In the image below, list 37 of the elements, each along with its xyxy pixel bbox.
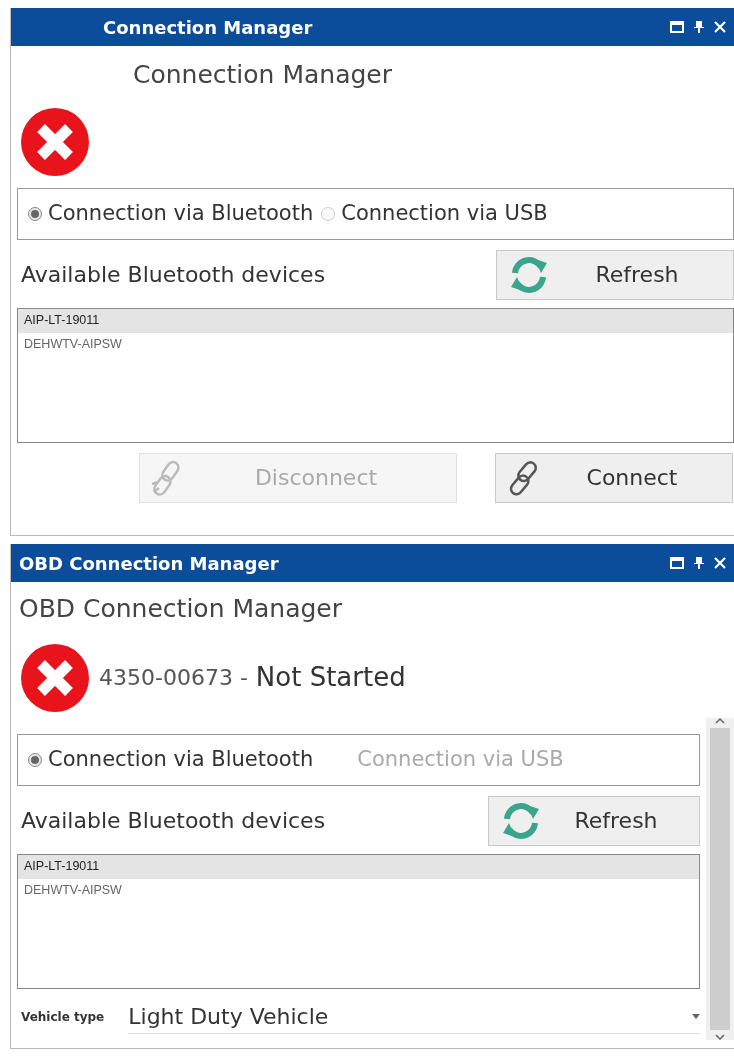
radio-label: Connection via Bluetooth	[48, 199, 314, 227]
panel-title: OBD Connection Manager	[19, 551, 279, 576]
devices-label: Available Bluetooth devices	[21, 261, 327, 289]
error-icon	[19, 105, 91, 178]
panel-heading: OBD Connection Manager	[18, 593, 343, 625]
devices-label: Available Bluetooth devices	[21, 807, 327, 835]
device-serial: 4350-00673 -	[99, 664, 248, 692]
device-list-item[interactable]: DEHWTV-AIPSW	[18, 332, 733, 357]
radio-button[interactable]	[321, 206, 336, 221]
refresh-button[interactable]: Refresh	[488, 795, 700, 846]
close-icon[interactable]	[714, 557, 726, 569]
scroll-up-icon[interactable]	[715, 718, 725, 724]
maximize-icon[interactable]	[670, 557, 684, 569]
device-list-item[interactable]: AIP-LT-19011	[18, 854, 699, 879]
connect-button[interactable]: Connect	[495, 452, 733, 503]
dropdown-caret-icon	[692, 1013, 700, 1019]
panel-title: Connection Manager	[103, 15, 313, 40]
pin-icon[interactable]	[694, 556, 704, 570]
device-list-item[interactable]: DEHWTV-AIPSW	[18, 878, 699, 903]
refresh-button[interactable]: Refresh	[496, 249, 734, 300]
radio-label: Connection via Bluetooth	[48, 745, 314, 773]
vehicle-type-dropdown[interactable]: Light Duty Vehicle	[128, 999, 700, 1034]
error-icon	[19, 641, 91, 714]
pin-icon[interactable]	[694, 20, 704, 34]
maximize-icon[interactable]	[670, 21, 684, 33]
scrollbar-thumb[interactable]	[710, 728, 730, 1030]
scroll-down-icon[interactable]	[715, 1034, 725, 1040]
scrollbar[interactable]	[706, 718, 734, 1040]
field-label: Vehicle type	[21, 1008, 105, 1026]
device-list-item[interactable]: AIP-LT-19011	[18, 308, 733, 333]
panel-heading: Connection Manager	[132, 59, 393, 91]
connection-status: Not Started	[255, 661, 406, 694]
radio-option: Connection via USB	[357, 743, 564, 776]
radio-label: Connection via USB	[341, 199, 548, 227]
close-icon[interactable]	[714, 21, 726, 33]
radio-button[interactable]	[28, 206, 42, 221]
radio-button[interactable]	[28, 752, 42, 767]
